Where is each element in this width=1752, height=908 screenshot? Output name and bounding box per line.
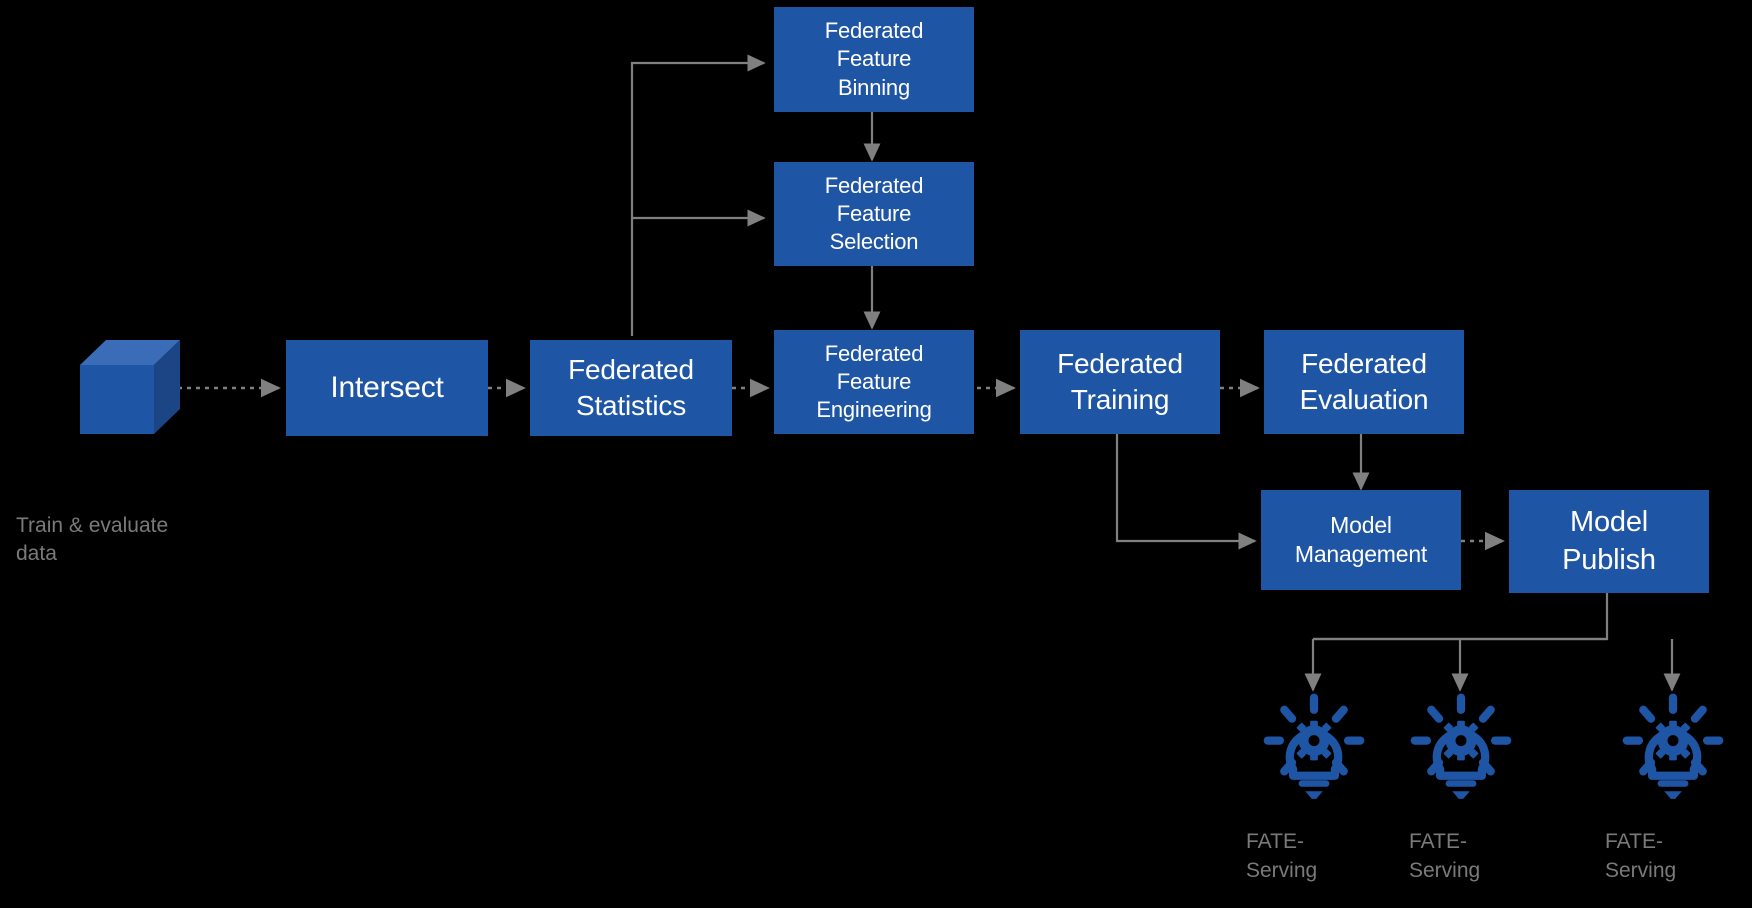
connector-statistics-branch-to-binning [630, 54, 766, 336]
fate-serving-label-1: FATE- Serving [1246, 830, 1318, 882]
node-federated-training[interactable]: Federated Training [1020, 330, 1220, 434]
fate-serving-label-3: FATE- Serving [1605, 830, 1677, 882]
node-federated-feature-engineering[interactable]: Federated Feature Engineering [774, 330, 974, 434]
cube-front-face [80, 365, 154, 434]
node-federated-statistics[interactable]: Federated Statistics [530, 340, 732, 436]
node-federated-feature-binning[interactable]: Federated Feature Binning [774, 7, 974, 112]
node-federated-feature-selection[interactable]: Federated Feature Selection [774, 162, 974, 266]
lightbulb-gear-icon[interactable] [1618, 690, 1728, 800]
lightbulb-gear-icon[interactable] [1259, 690, 1369, 800]
source-caption: Train & evaluate data [16, 514, 169, 566]
connector-training-to-model-management [1115, 434, 1257, 550]
lightbulb-gear-icon[interactable] [1406, 690, 1516, 800]
node-intersect[interactable]: Intersect [286, 340, 488, 436]
diagram-canvas: Train & evaluate data Intersect Federate… [0, 0, 1752, 908]
data-cube-icon [80, 340, 180, 434]
fate-serving-label-2: FATE- Serving [1409, 830, 1481, 882]
node-model-management[interactable]: Model Management [1261, 490, 1461, 590]
node-model-publish[interactable]: Model Publish [1509, 490, 1709, 593]
node-federated-evaluation[interactable]: Federated Evaluation [1264, 330, 1464, 434]
connector-publish-bus [1313, 593, 1609, 641]
